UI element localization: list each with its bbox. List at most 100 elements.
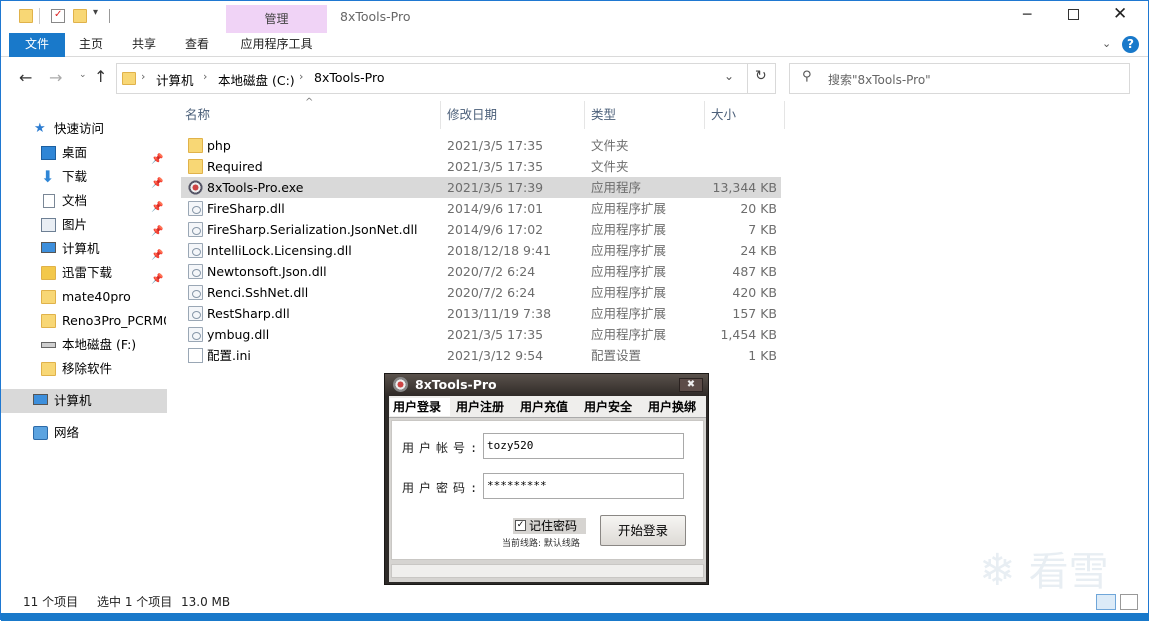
dll-icon <box>188 264 203 279</box>
remember-password-checkbox[interactable]: ✓ 记住密码 <box>513 518 586 534</box>
column-date[interactable]: 修改日期 <box>441 101 584 129</box>
file-name: FireSharp.Serialization.JsonNet.dll <box>207 222 418 237</box>
minimize-icon[interactable]: ─ <box>1023 7 1031 23</box>
tab-user-recharge[interactable]: 用户充值 <box>520 398 568 416</box>
file-row[interactable]: php 2021/3/5 17:35 文件夹 <box>181 135 781 156</box>
tab-file[interactable]: 文件 <box>9 33 65 57</box>
customize-toolbar-icon[interactable]: ▾ <box>93 7 98 18</box>
tab-user-login[interactable]: 用户登录 <box>390 398 450 416</box>
sidebar-item-downloads[interactable]: ⬇ 下载 📌 <box>1 165 167 189</box>
back-icon[interactable]: ← <box>19 68 32 87</box>
maximize-icon[interactable] <box>1068 9 1079 20</box>
file-type: 应用程序扩展 <box>591 201 667 216</box>
sidebar-item-pictures[interactable]: 图片 📌 <box>1 213 167 237</box>
tab-home[interactable]: 主页 <box>69 33 113 57</box>
properties-icon[interactable]: ✓ <box>51 9 65 23</box>
search-icon: ⚲ <box>802 69 812 84</box>
network-icon <box>33 426 48 440</box>
status-bar: 11 个项目 选中 1 个项目 13.0 MB <box>1 591 1148 613</box>
sidebar-item-desktop[interactable]: 桌面 📌 <box>1 141 167 165</box>
chevron-down-icon[interactable]: ⌄ <box>724 69 734 83</box>
dll-icon <box>188 285 203 300</box>
chevron-right-icon[interactable]: › <box>141 70 145 83</box>
close-icon[interactable]: ✕ <box>1113 4 1127 24</box>
column-type[interactable]: 类型 <box>585 101 704 129</box>
column-size[interactable]: 大小 <box>705 101 785 129</box>
breadcrumb-computer[interactable]: 计算机 <box>156 70 194 89</box>
file-row[interactable]: FireSharp.Serialization.JsonNet.dll 2014… <box>181 219 781 240</box>
tab-view[interactable]: 查看 <box>175 33 219 57</box>
sidebar-item-mate40pro[interactable]: mate40pro <box>1 285 167 309</box>
file-date: 2021/3/5 17:39 <box>447 180 544 195</box>
details-view-icon[interactable] <box>1096 594 1116 610</box>
large-icons-view-icon[interactable] <box>1120 594 1138 610</box>
close-icon[interactable]: ✖ <box>679 378 703 392</box>
file-size: 1,454 KB <box>720 327 777 342</box>
sidebar-item-label: 移除软件 <box>62 361 113 376</box>
up-icon[interactable]: ↑ <box>94 67 107 86</box>
divider <box>109 9 110 23</box>
sidebar-item-computer[interactable]: 计算机 <box>1 389 167 413</box>
file-row-selected[interactable]: 8xTools-Pro.exe 2021/3/5 17:39 应用程序 13,3… <box>181 177 781 198</box>
dialog-tabs: 用户登录 用户注册 用户充值 用户安全 用户换绑 <box>389 396 706 418</box>
navigation-row: ← → ⌄ ↑ › 计算机 › 本地磁盘 (C:) › 8xTools-Pro … <box>1 59 1148 99</box>
column-name[interactable]: 名称 <box>179 101 441 129</box>
file-row[interactable]: ymbug.dll 2021/3/5 17:35 应用程序扩展 1,454 KB <box>181 324 781 345</box>
sidebar-item-label: 快速访问 <box>54 121 105 136</box>
file-type: 配置设置 <box>591 348 642 363</box>
sidebar-item-drive-f[interactable]: 本地磁盘 (F:) <box>1 333 167 357</box>
tab-application-tools[interactable]: 应用程序工具 <box>226 33 327 57</box>
chevron-right-icon[interactable]: › <box>203 70 207 83</box>
sidebar-item-quick-access[interactable]: ★ 快速访问 <box>1 117 167 141</box>
recent-locations-icon[interactable]: ⌄ <box>79 70 87 80</box>
tab-share[interactable]: 共享 <box>122 33 166 57</box>
chevron-right-icon[interactable]: › <box>299 70 303 83</box>
search-input[interactable]: ⚲ 搜索"8xTools-Pro" <box>789 63 1130 94</box>
sidebar-item-reno3pro[interactable]: Reno3Pro_PCRM0 <box>1 309 167 333</box>
column-separator[interactable] <box>784 101 785 129</box>
file-date: 2014/9/6 17:01 <box>447 201 544 216</box>
sidebar-item-removed-software[interactable]: 移除软件 <box>1 357 167 381</box>
help-icon[interactable]: ? <box>1122 36 1139 53</box>
file-row[interactable]: 配置.ini 2021/3/12 9:54 配置设置 1 KB <box>181 345 781 366</box>
file-name: ymbug.dll <box>207 327 270 342</box>
file-date: 2021/3/5 17:35 <box>447 159 544 174</box>
ribbon-tabs: 文件 主页 共享 查看 应用程序工具 ⌄ ? <box>1 33 1148 89</box>
sidebar-item-thunder-downloads[interactable]: 迅雷下载 📌 <box>1 261 167 285</box>
sidebar-item-documents[interactable]: 文档 📌 <box>1 189 167 213</box>
forward-icon[interactable]: → <box>49 68 62 87</box>
file-row[interactable]: RestSharp.dll 2013/11/19 7:38 应用程序扩展 157… <box>181 303 781 324</box>
file-row[interactable]: FireSharp.dll 2014/9/6 17:01 应用程序扩展 20 K… <box>181 198 781 219</box>
file-row[interactable]: Renci.SshNet.dll 2020/7/2 6:24 应用程序扩展 42… <box>181 282 781 303</box>
expand-ribbon-icon[interactable]: ⌄ <box>1102 37 1111 50</box>
new-folder-icon[interactable] <box>73 9 87 23</box>
password-input[interactable]: ********* <box>483 473 684 499</box>
file-type: 应用程序扩展 <box>591 306 667 321</box>
tab-user-rebind[interactable]: 用户换绑 <box>648 398 696 416</box>
tab-user-register[interactable]: 用户注册 <box>456 398 504 416</box>
password-label: 用户密码: <box>402 481 483 495</box>
breadcrumb-drive-c[interactable]: 本地磁盘 (C:) <box>218 70 295 89</box>
sidebar-item-label: 网络 <box>54 425 80 440</box>
start-login-button[interactable]: 开始登录 <box>600 515 686 546</box>
dialog-footer <box>391 564 704 578</box>
file-name: 8xTools-Pro.exe <box>207 180 304 195</box>
file-row[interactable]: IntelliLock.Licensing.dll 2018/12/18 9:4… <box>181 240 781 261</box>
sidebar-item-computer-pinned[interactable]: 计算机 📌 <box>1 237 167 261</box>
ini-icon <box>188 348 203 363</box>
dialog-body: 用户登录 用户注册 用户充值 用户安全 用户换绑 用户帐号: tozy520 用… <box>389 396 706 582</box>
checkbox-checked-icon[interactable]: ✓ <box>515 520 526 531</box>
refresh-button[interactable]: ↻ <box>747 63 776 94</box>
file-type: 应用程序扩展 <box>591 222 667 237</box>
account-input[interactable]: tozy520 <box>483 433 684 459</box>
address-bar[interactable]: › 计算机 › 本地磁盘 (C:) › 8xTools-Pro ⌄ <box>116 63 776 94</box>
current-line-note: 当前线路: 默认线路 <box>502 539 580 549</box>
file-row[interactable]: Required 2021/3/5 17:35 文件夹 <box>181 156 781 177</box>
sidebar-item-network[interactable]: 网络 <box>1 421 167 445</box>
folder-icon <box>41 314 56 328</box>
star-icon: ★ <box>34 121 46 136</box>
tab-user-security[interactable]: 用户安全 <box>584 398 632 416</box>
file-row[interactable]: Newtonsoft.Json.dll 2020/7/2 6:24 应用程序扩展… <box>181 261 781 282</box>
file-size: 13,344 KB <box>712 180 777 195</box>
breadcrumb-current[interactable]: 8xTools-Pro <box>314 70 384 85</box>
